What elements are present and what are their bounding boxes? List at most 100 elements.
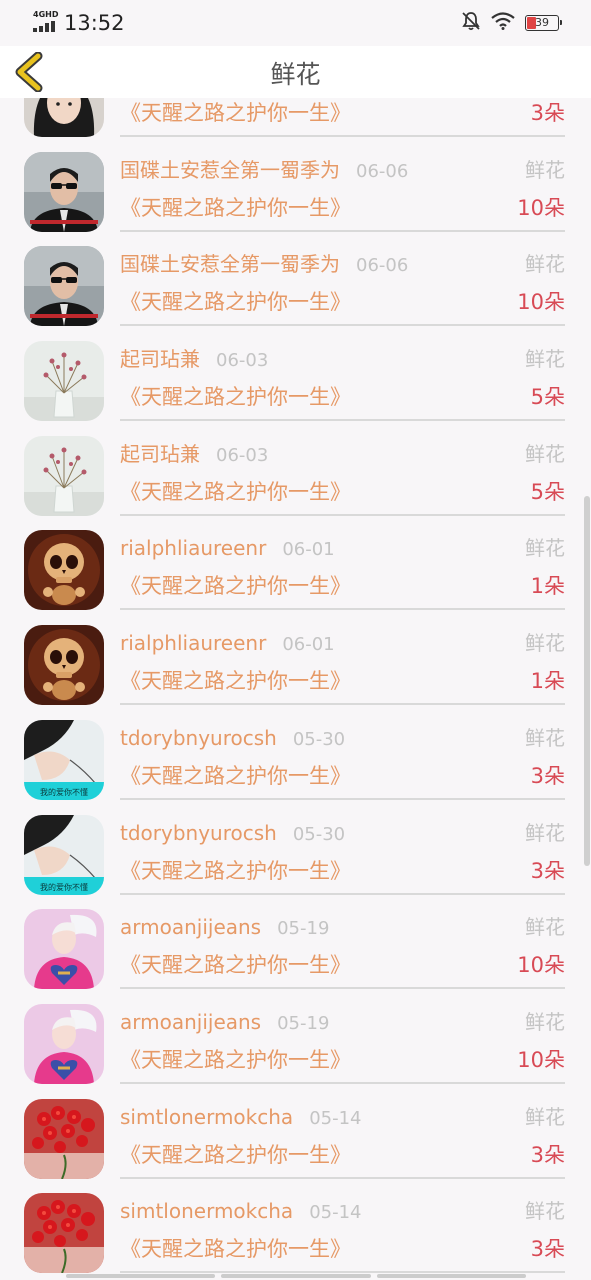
list-item[interactable]: simtlonermokcha 05-14 鲜花 《天醒之路之护你一生》 3朵 <box>0 1178 591 1274</box>
user-name-text: simtlonermokcha <box>120 1104 294 1129</box>
gift-type: 鲜花 <box>525 915 565 940</box>
book-title[interactable]: 《天醒之路之护你一生》 <box>120 1141 351 1169</box>
user-name: simtlonermokcha 05-14 <box>120 1104 362 1132</box>
gift-type: 鲜花 <box>525 347 565 372</box>
user-name-text: 起司玷兼 <box>120 347 200 372</box>
user-name-text: 国碟土安惹全第一蜀季为 <box>120 252 340 277</box>
book-title[interactable]: 《天醒之路之护你一生》 <box>120 194 351 222</box>
gift-type: 鲜花 <box>525 441 565 466</box>
list-item[interactable]: armoanjijeans 05-19 鲜花 《天醒之路之护你一生》 10朵 <box>0 894 591 990</box>
user-name-text: tdorybnyurocsh <box>120 725 277 750</box>
girl-drawing-avatar[interactable]: 我的爱你不懂 <box>24 814 104 895</box>
gift-date: 05-14 <box>309 1107 362 1129</box>
book-title[interactable]: 《天醒之路之护你一生》 <box>120 383 351 411</box>
svg-text:我的爱你不懂: 我的爱你不懂 <box>40 882 88 892</box>
user-name-text: simtlonermokcha <box>120 1199 294 1224</box>
cartoon-heart-avatar[interactable] <box>24 909 104 990</box>
user-name-text: tdorybnyurocsh <box>120 820 277 845</box>
book-title[interactable]: 《天醒之路之护你一生》 <box>120 951 351 979</box>
user-name: 国碟土安惹全第一蜀季为 06-06 <box>120 157 408 185</box>
user-name-text: rialphliaureenr <box>120 631 267 656</box>
skull-avatar[interactable] <box>24 625 104 706</box>
girl-avatar[interactable] <box>24 98 104 137</box>
boy-sunglasses-avatar[interactable] <box>24 246 104 327</box>
user-name: rialphliaureenr 06-01 <box>120 535 335 563</box>
user-name: tdorybnyurocsh 05-30 <box>120 820 345 848</box>
book-title[interactable]: 《天醒之路之护你一生》 <box>120 1235 351 1263</box>
list-item[interactable]: 起司玷兼 06-03 鲜花 《天醒之路之护你一生》 5朵 <box>0 326 591 422</box>
book-title[interactable]: 《天醒之路之护你一生》 <box>120 288 351 316</box>
battery-icon: 39 <box>525 15 562 31</box>
book-title[interactable]: 《天醒之路之护你一生》 <box>120 1046 351 1074</box>
user-name: armoanjijeans 05-19 <box>120 914 329 942</box>
red-flower-avatar[interactable] <box>24 1193 104 1274</box>
scrollbar[interactable] <box>584 496 590 866</box>
wifi-icon <box>491 12 515 34</box>
list-item[interactable]: 国碟土安惹全第一蜀季为 06-06 鲜花 《天醒之路之护你一生》 10朵 <box>0 231 591 327</box>
gift-amount: 10朵 <box>517 290 565 315</box>
gift-amount: 5朵 <box>530 385 565 410</box>
flower-vase-avatar[interactable] <box>24 341 104 422</box>
user-name-text: armoanjijeans <box>120 1009 262 1034</box>
status-time: 13:52 <box>64 11 125 35</box>
user-name: tdorybnyurocsh 05-30 <box>120 725 345 753</box>
boy-sunglasses-avatar[interactable] <box>24 151 104 232</box>
book-title[interactable]: 《天醒之路之护你一生》 <box>120 667 351 695</box>
gift-amount: 10朵 <box>517 1047 565 1072</box>
red-flower-avatar[interactable] <box>24 1098 104 1179</box>
book-title[interactable]: 《天醒之路之护你一生》 <box>120 572 351 600</box>
book-title[interactable]: 《天醒之路之护你一生》 <box>120 99 351 127</box>
girl-drawing-avatar[interactable]: 我的爱你不懂 <box>24 719 104 800</box>
list-item[interactable]: 《天醒之路之护你一生》 3朵 <box>0 98 591 137</box>
user-name-text: 起司玷兼 <box>120 441 200 466</box>
gift-amount: 10朵 <box>517 195 565 220</box>
gift-date: 05-30 <box>292 823 346 845</box>
home-indicator <box>66 1274 526 1278</box>
list-item[interactable]: rialphliaureenr 06-01 鲜花 《天醒之路之护你一生》 1朵 <box>0 610 591 706</box>
divider <box>120 1271 565 1274</box>
user-name: 起司玷兼 06-03 <box>120 441 268 469</box>
gift-amount: 1朵 <box>530 574 565 599</box>
list-item[interactable]: armoanjijeans 05-19 鲜花 《天醒之路之护你一生》 10朵 <box>0 989 591 1084</box>
list-item[interactable]: rialphliaureenr 06-01 鲜花 《天醒之路之护你一生》 1朵 <box>0 515 591 611</box>
battery-level: 39 <box>535 16 549 29</box>
skull-avatar[interactable] <box>24 530 104 611</box>
user-name: 国碟土安惹全第一蜀季为 06-06 <box>120 251 408 279</box>
gift-date: 06-01 <box>282 539 335 561</box>
user-name-text: 国碟土安惹全第一蜀季为 <box>120 157 340 182</box>
flower-gift-list[interactable]: 《天醒之路之护你一生》 3朵 国碟土安惹全第一蜀季为 06-06 鲜花 《天醒之路… <box>0 98 591 1280</box>
list-item[interactable]: 国碟土安惹全第一蜀季为 06-06 鲜花 《天醒之路之护你一生》 10朵 <box>0 137 591 232</box>
book-title[interactable]: 《天醒之路之护你一生》 <box>120 762 351 790</box>
gift-type: 鲜花 <box>525 1009 565 1034</box>
cartoon-heart-avatar[interactable] <box>24 1003 104 1084</box>
gift-date: 06-06 <box>356 160 409 182</box>
gift-type: 鲜花 <box>525 820 565 845</box>
gift-date: 06-01 <box>282 634 335 656</box>
gift-type: 鲜花 <box>525 725 565 750</box>
list-item[interactable]: 我的爱你不懂 tdorybnyurocsh 05-30 鲜花 《天醒之路之护你一生… <box>0 705 591 800</box>
network-type: 4GHD <box>33 10 59 19</box>
gift-amount: 3朵 <box>530 1142 565 1167</box>
gift-type: 鲜花 <box>525 1199 565 1224</box>
status-bar: 4GHD 13:52 39 <box>0 0 591 46</box>
nav-bar: 鲜花 <box>0 46 591 98</box>
list-item[interactable]: 我的爱你不懂 tdorybnyurocsh 05-30 鲜花 《天醒之路之护你一生… <box>0 800 591 895</box>
user-name: 起司玷兼 06-03 <box>120 346 268 374</box>
gift-amount: 3朵 <box>530 1237 565 1262</box>
bell-muted-icon <box>461 11 481 35</box>
user-name: armoanjijeans 05-19 <box>120 1009 329 1037</box>
user-name-text: rialphliaureenr <box>120 536 267 561</box>
book-title[interactable]: 《天醒之路之护你一生》 <box>120 857 351 885</box>
gift-date: 05-30 <box>292 728 346 750</box>
gift-date: 06-06 <box>356 255 409 277</box>
list-item[interactable]: 起司玷兼 06-03 鲜花 《天醒之路之护你一生》 5朵 <box>0 421 591 516</box>
gift-date: 05-19 <box>277 918 330 940</box>
signal-icon: 4GHD <box>33 10 59 32</box>
page-title: 鲜花 <box>270 60 321 89</box>
book-title[interactable]: 《天醒之路之护你一生》 <box>120 478 351 506</box>
flower-vase-avatar[interactable] <box>24 435 104 516</box>
gift-date: 06-03 <box>216 444 269 466</box>
list-item[interactable]: simtlonermokcha 05-14 鲜花 《天醒之路之护你一生》 3朵 <box>0 1084 591 1179</box>
gift-type: 鲜花 <box>525 536 565 561</box>
gift-type: 鲜花 <box>525 1104 565 1129</box>
